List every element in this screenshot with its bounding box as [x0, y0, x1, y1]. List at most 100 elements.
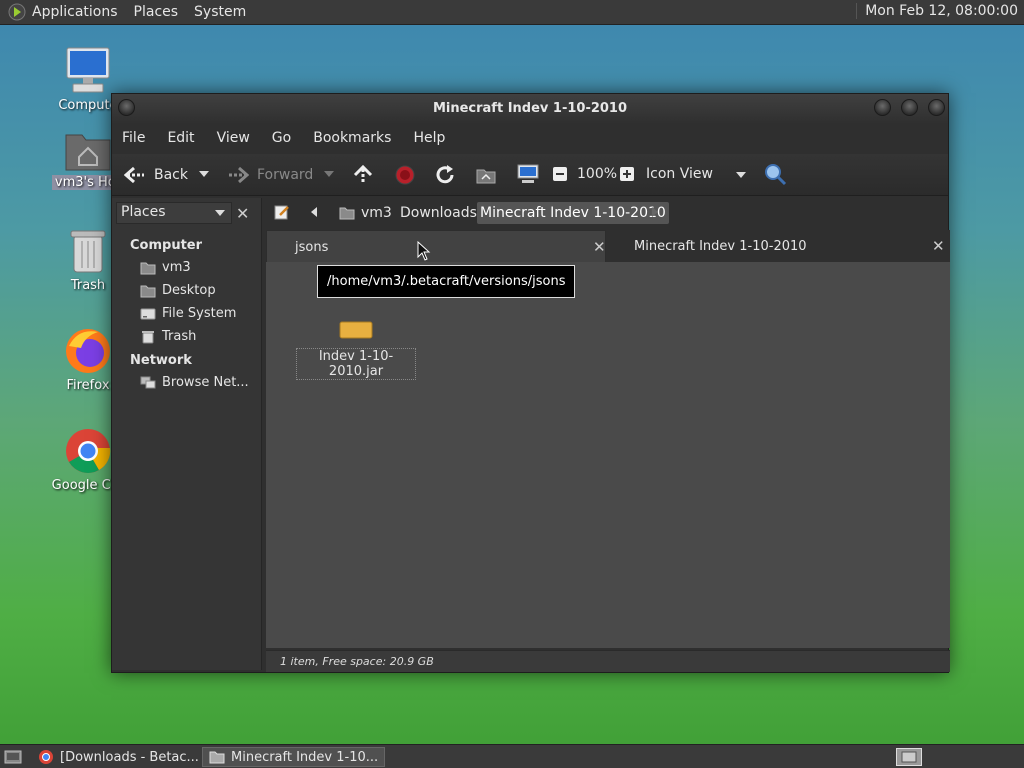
trash-icon [70, 230, 106, 273]
status-bar: 1 item, Free space: 20.9 GB [266, 650, 950, 672]
maximize-button[interactable] [901, 99, 918, 116]
breadcrumb-label: Minecraft Indev 1-10-2010 [480, 205, 666, 221]
top-panel: Applications Places System Mon Feb 12, 0… [0, 0, 1024, 25]
menu-bookmarks[interactable]: Bookmarks [313, 130, 391, 146]
side-pane-selector-label: Places [121, 204, 166, 220]
taskbar-item-downloads[interactable]: [Downloads - Betac... [32, 747, 205, 767]
sidebar-item-label: Desktop [162, 283, 216, 298]
path-tooltip: /home/vm3/.betacraft/versions/jsons [317, 265, 576, 298]
desktop-folder-icon [140, 285, 156, 297]
tab-label: jsons [295, 240, 329, 255]
zoom-level: 100% [577, 166, 618, 182]
close-button[interactable] [928, 99, 945, 116]
places-menu[interactable]: Places [134, 4, 179, 20]
up-icon[interactable] [352, 164, 374, 186]
computer-icon [66, 47, 110, 93]
home-folder-icon [339, 207, 355, 220]
show-desktop-icon[interactable] [4, 749, 22, 765]
back-arrow-icon [124, 166, 144, 184]
file-item[interactable]: Indev 1-10-2010.jar [296, 292, 416, 380]
breadcrumb-vm3[interactable]: vm3 [336, 202, 395, 224]
sidebar-item-file-system[interactable]: File System [140, 306, 236, 321]
firefox-icon [66, 329, 110, 373]
breadcrumb-current[interactable]: Minecraft Indev 1-10-2010 [477, 202, 669, 224]
zoom-in-icon[interactable] [619, 166, 635, 182]
system-menu[interactable]: System [194, 4, 246, 20]
desktop-icon-label: Compute [58, 98, 118, 113]
mouse-cursor-icon [417, 241, 431, 261]
menu-edit[interactable]: Edit [167, 130, 194, 146]
taskbar-item-label: [Downloads - Betac... [60, 749, 199, 765]
menubar: File Edit View Go Bookmarks Help [112, 126, 948, 150]
sidebar-heading-network: Network [130, 353, 192, 368]
side-pane: Places ✕ Computer vm3 Desktop File Syste… [112, 198, 262, 670]
clock[interactable]: Mon Feb 12, 08:00:00 [856, 3, 1018, 19]
menu-view[interactable]: View [217, 130, 250, 146]
folder-icon [209, 751, 225, 764]
file-view[interactable]: Indev 1-10-2010.jar /home/vm3/.betacraft… [266, 262, 950, 648]
forward-arrow-icon [229, 166, 249, 184]
drive-icon [140, 308, 156, 319]
file-name: Indev 1-10-2010.jar [296, 348, 416, 380]
sidebar-item-label: vm3 [162, 260, 191, 275]
path-bar: vm3 Downloads Minecraft Indev 1-10-2010 [266, 198, 950, 226]
menu-go[interactable]: Go [272, 130, 291, 146]
breadcrumb-label: Downloads [400, 205, 477, 221]
chrome-icon [39, 750, 53, 764]
close-tab-icon[interactable]: ✕ [593, 238, 606, 256]
sidebar-item-label: Browse Net... [162, 375, 249, 390]
chevron-down-icon [215, 210, 225, 216]
view-mode-dropdown-icon[interactable] [736, 171, 746, 179]
taskbar-item-minecraft[interactable]: Minecraft Indev 1-10... [202, 747, 386, 767]
gnome-foot-icon[interactable] [8, 3, 26, 21]
tab-jsons[interactable]: jsons ✕ [266, 230, 606, 262]
forward-history-dropdown-icon[interactable] [324, 170, 334, 178]
taskbar-item-label: Minecraft Indev 1-10... [231, 749, 379, 765]
path-scroll-left-icon[interactable] [310, 207, 318, 217]
breadcrumb-label: vm3 [361, 205, 392, 221]
sidebar-item-vm3[interactable]: vm3 [140, 260, 191, 275]
close-side-pane-icon[interactable]: ✕ [236, 204, 249, 223]
computer-icon[interactable] [516, 163, 540, 185]
sidebar-item-trash[interactable]: Trash [140, 329, 196, 344]
menu-file[interactable]: File [122, 130, 145, 146]
breadcrumb-downloads[interactable]: Downloads [397, 202, 480, 224]
tab-minecraft-indev[interactable]: Minecraft Indev 1-10-2010 ✕ [606, 230, 950, 262]
jar-archive-icon [339, 321, 373, 339]
sidebar-item-label: File System [162, 306, 237, 321]
back-label: Back [154, 167, 188, 183]
bottom-panel: [Downloads - Betac... Minecraft Indev 1-… [0, 744, 1024, 768]
back-history-dropdown-icon[interactable] [199, 170, 209, 178]
file-manager-window: Minecraft Indev 1-10-2010 File Edit View… [111, 93, 950, 673]
sidebar-item-desktop[interactable]: Desktop [140, 283, 216, 298]
stop-icon[interactable] [394, 164, 416, 186]
desktop-icon-label: Firefox [66, 378, 110, 393]
window-title: Minecraft Indev 1-10-2010 [432, 101, 628, 116]
trash-icon [142, 330, 154, 343]
back-button[interactable]: Back [124, 166, 188, 184]
edit-location-icon[interactable] [274, 204, 290, 220]
forward-label: Forward [257, 167, 314, 183]
applications-menu[interactable]: Applications [32, 4, 118, 20]
chrome-icon [66, 429, 111, 473]
menu-help[interactable]: Help [413, 130, 445, 146]
zoom-out-icon[interactable] [552, 166, 568, 182]
side-pane-selector[interactable]: Places [116, 202, 232, 224]
search-icon[interactable] [763, 162, 787, 186]
desktop-icon-label: Trash [70, 278, 106, 293]
close-tab-icon[interactable]: ✕ [932, 237, 945, 255]
path-scroll-right-icon[interactable] [651, 207, 659, 217]
tab-label: Minecraft Indev 1-10-2010 [634, 239, 807, 254]
minimize-button[interactable] [874, 99, 891, 116]
reload-icon[interactable] [434, 164, 456, 186]
workspace-switcher-icon[interactable] [896, 748, 922, 766]
sidebar-item-browse-network[interactable]: Browse Net... [140, 375, 249, 390]
forward-button[interactable]: Forward [227, 166, 313, 184]
titlebar[interactable]: Minecraft Indev 1-10-2010 [112, 94, 948, 124]
view-mode-select[interactable]: Icon View [646, 166, 713, 182]
home-icon[interactable] [475, 164, 497, 186]
tab-bar: jsons ✕ Minecraft Indev 1-10-2010 ✕ [266, 230, 950, 262]
sidebar-heading-computer: Computer [130, 238, 203, 253]
home-folder-icon [65, 134, 111, 171]
home-folder-icon [140, 262, 156, 274]
